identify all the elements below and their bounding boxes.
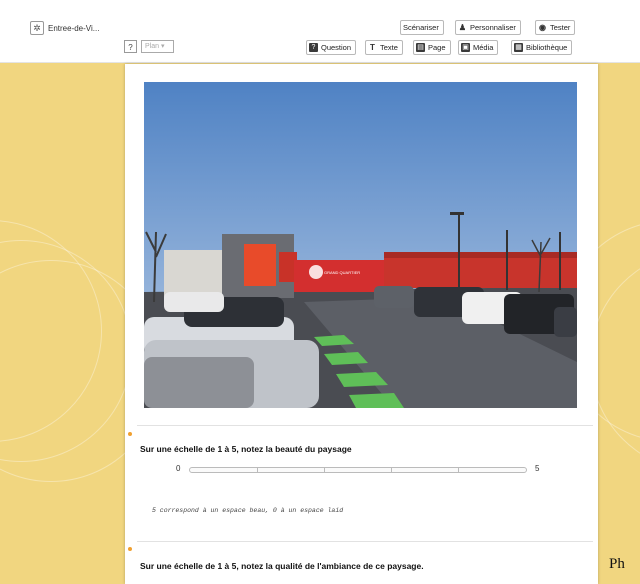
scenariser-button[interactable]: Scénariser — [400, 20, 444, 35]
project-title[interactable]: ✲ Entree-de-Vi... — [30, 21, 99, 35]
slider-tick — [324, 468, 325, 472]
question-1-text: Sur une échelle de 1 à 5, notez la beaut… — [140, 444, 352, 454]
tester-button[interactable]: ◉ Tester — [535, 20, 576, 35]
slider-tick — [257, 468, 258, 472]
question-marker-icon — [128, 432, 132, 436]
add-page-button[interactable]: ▤ Page — [413, 40, 451, 55]
personnaliser-label: Personnaliser — [470, 23, 516, 32]
gear-icon[interactable]: ✲ — [30, 21, 44, 35]
bibliotheque-label: Bibliothèque — [526, 43, 568, 52]
slider-tick — [391, 468, 392, 472]
page-label: Page — [428, 43, 446, 52]
library-button[interactable]: ▦ Bibliothèque — [511, 40, 573, 55]
page-icon: ▤ — [416, 43, 425, 52]
editor-toolbar: ✲ Entree-de-Vi... ? Plan ▾ Scénariser ♟ … — [0, 0, 640, 63]
question-1-note: 5 correspond à un espace beau, 0 à un es… — [152, 507, 344, 514]
media-icon: ▣ — [461, 43, 470, 52]
add-question-button[interactable]: ? Question — [306, 40, 357, 55]
section-divider — [137, 425, 593, 426]
slider-tick — [458, 468, 459, 472]
text-icon: T — [370, 43, 375, 52]
section-divider — [137, 541, 593, 542]
person-icon: ♟ — [458, 23, 467, 32]
plan-select[interactable]: Plan ▾ — [141, 40, 174, 53]
plan-select-value: Plan — [145, 43, 160, 50]
tester-label: Tester — [550, 23, 571, 32]
add-text-button[interactable]: T Texte — [365, 40, 403, 55]
project-title-label: Entree-de-Vi... — [48, 23, 100, 33]
scenariser-label: Scénariser — [403, 23, 439, 32]
help-button[interactable]: ? — [124, 40, 137, 53]
texte-label: Texte — [380, 43, 398, 52]
parking-lot-image: GRAND QUARTIER — [144, 82, 577, 408]
landscape-photo[interactable]: GRAND QUARTIER — [144, 82, 577, 408]
question-2-text: Sur une échelle de 1 à 5, notez la quali… — [140, 561, 424, 571]
overflow-text: Ph — [609, 556, 625, 572]
library-icon: ▦ — [514, 43, 523, 52]
personnaliser-button[interactable]: ♟ Personnaliser — [455, 20, 521, 35]
store-sign: GRAND QUARTIER — [324, 270, 360, 275]
slider-min-label: 0 — [176, 464, 181, 473]
eye-icon: ◉ — [539, 23, 546, 32]
media-label: Média — [473, 43, 494, 52]
question-marker-icon — [128, 547, 132, 551]
question-icon: ? — [309, 43, 318, 52]
add-media-button[interactable]: ▣ Média — [458, 40, 499, 55]
rating-slider[interactable] — [189, 467, 527, 473]
slider-max-label: 5 — [535, 464, 540, 473]
question-label: Question — [321, 43, 352, 52]
